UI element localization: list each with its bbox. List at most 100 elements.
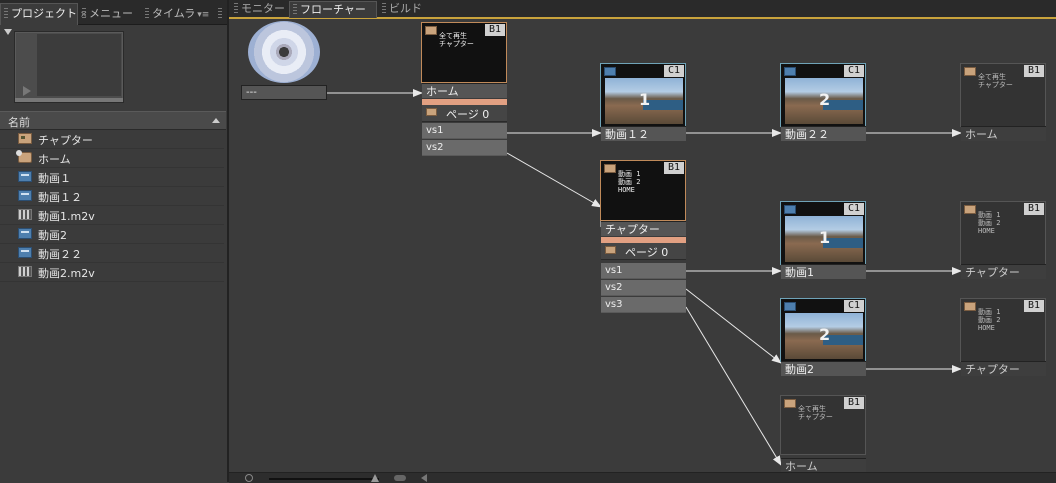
node-label: チャプター [961,361,1046,376]
timeline-thumbnail: C1 1 [601,64,685,126]
collapse-triangle-icon[interactable] [4,29,12,35]
zoom-slider-thumb[interactable] [371,474,379,482]
list-item-label: チャプター [38,134,93,147]
menu-text: 動画 1 動画 2 HOME [978,211,1001,235]
page-label: ページ 0 [446,108,490,121]
list-item[interactable]: ホーム [0,149,224,168]
disc-label: --- [241,85,327,100]
badge: B1 [1024,65,1044,77]
timeline-icon [18,171,32,182]
menu-text: 動画 1 動画 2 HOME [978,308,1001,332]
preview-area [37,34,121,96]
menu-icon [604,164,616,173]
badge: B1 [485,24,505,36]
badge: C1 [844,300,864,312]
flowchart-canvas[interactable]: --- B1 全て再生 チャプター ホーム ページ 0 vs1 vs2 B1 動… [229,19,1056,473]
menu-thumbnail: B1 全て再生 チャプター [422,23,506,82]
end-action-thumbnail: B1 全て再生 チャプター [961,64,1045,126]
list-item[interactable]: 動画１２ [0,187,224,206]
grip-icon[interactable] [382,3,386,15]
menu-button-vs1[interactable]: vs1 [601,263,686,279]
link-chapter-vs2 [685,288,782,364]
menu-button-vs2[interactable]: vs2 [601,280,686,296]
preview-thumbnail [14,31,124,103]
timeline-icon [18,190,32,201]
badge: B1 [1024,300,1044,312]
grip-icon[interactable] [4,8,8,20]
list-item-label: 動画１２ [38,191,82,204]
timeline-icon [784,302,796,311]
frame-number: 1 [639,90,651,109]
menu-button-vs2[interactable]: vs2 [422,140,507,156]
tab-build[interactable]: ビルド [379,1,423,17]
list-item[interactable]: チャプター [0,130,224,149]
node-label: 動画2 [781,361,866,376]
frame-number: 2 [819,325,831,344]
end-action-thumbnail: B1 全て再生 チャプター [781,396,865,454]
node-label: ホーム [781,458,866,473]
badge: C1 [664,65,684,77]
grip-icon[interactable] [218,8,222,20]
timeline-thumbnail: C1 1 [781,202,865,264]
menu-icon [784,399,796,408]
play-icon[interactable] [23,86,31,96]
collapse-left-icon[interactable] [421,474,427,482]
list-item-label: 動画1.m2v [38,210,95,223]
video-file-icon [18,266,32,277]
menu-icon [964,67,976,76]
node-label: ホーム [422,83,507,98]
menu-page-row[interactable]: ページ 0 [601,243,686,260]
video-file-icon [18,209,32,220]
list-item-label: 動画１ [38,172,71,185]
grip-icon[interactable] [234,3,238,15]
list-item-label: 動画2 [38,229,67,242]
list-item[interactable]: 動画2.m2v [0,263,224,282]
home-menu-icon [16,150,32,163]
grip-icon[interactable] [145,8,149,20]
timeline-thumbnail: C1 2 [781,299,865,361]
pan-icon[interactable] [394,475,406,481]
sort-ascending-icon[interactable] [212,118,220,123]
tab-menu[interactable]: メニュー [79,4,139,23]
timeline-icon [18,228,32,239]
zoom-slider[interactable] [269,478,379,480]
menu-button-vs3[interactable]: vs3 [601,297,686,313]
list-item[interactable]: 動画１ [0,168,224,187]
grip-icon[interactable] [293,4,297,16]
badge: C1 [844,203,864,215]
tab-monitor[interactable]: モニター [231,1,287,17]
grip-icon[interactable] [82,8,86,20]
tab-project[interactable]: プロジェクト× [0,3,88,25]
list-item[interactable]: 動画２２ [0,244,224,263]
tab-overflow[interactable] [215,4,225,23]
list-item-label: 動画２２ [38,248,82,261]
tab-menu-icon[interactable]: ▾≡ [197,10,209,20]
menu-text: 全て再生 チャプター [439,32,474,48]
timeline-thumbnail: C1 2 [781,64,865,126]
menu-icon [964,205,976,214]
node-label: 動画1 [781,264,866,279]
tab-project-label: プロジェクト [11,7,77,20]
menu-page-row[interactable]: ページ 0 [422,105,507,122]
node-label: 動画２２ [781,126,866,141]
link-chapter-vs3 [685,306,782,466]
project-panel: プロジェクト× メニュー タイムラ▾≡ 名前 チャプター ホーム 動画１ 動画１… [0,0,227,482]
menu-button-vs1[interactable]: vs1 [422,123,507,139]
tab-flowchart[interactable]: フローチャート× [289,1,377,32]
column-header-name[interactable]: 名前 [0,111,226,130]
tab-timeline-label: タイムラ [152,7,196,20]
preview-scrubber[interactable] [15,98,123,102]
badge: B1 [1024,203,1044,215]
timeline-icon [784,205,796,214]
tab-timeline[interactable]: タイムラ ▾≡ [142,4,214,23]
zoom-bar [229,472,1056,483]
video-frame: 1 [785,216,863,262]
page-icon [426,108,437,116]
list-item[interactable]: 動画1.m2v [0,206,224,225]
list-item-label: 動画2.m2v [38,267,95,280]
zoom-icon[interactable] [245,474,253,482]
video-frame: 2 [785,78,863,124]
list-item[interactable]: 動画2 [0,225,224,244]
menu-icon [18,133,32,144]
right-tab-bar: モニター フローチャート× ビルド [229,0,1056,32]
